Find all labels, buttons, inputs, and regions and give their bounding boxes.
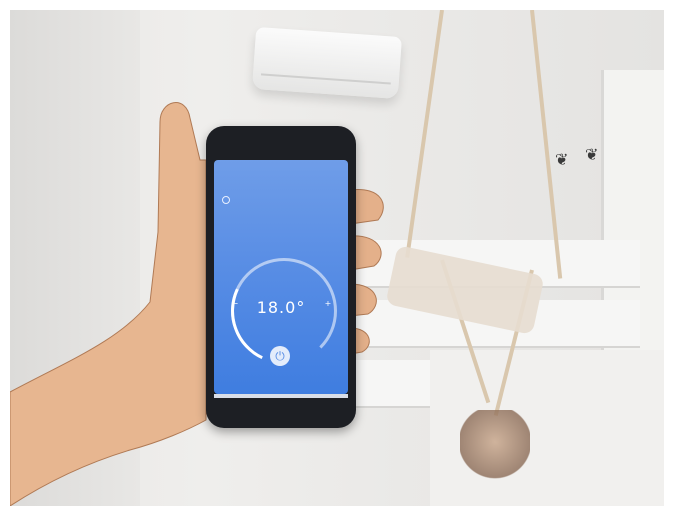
image-frame: ❦ ❦ − + 18.0° ⏻: [0, 0, 674, 516]
status-bar: [214, 160, 348, 170]
bedroom-photo: ❦ ❦ − + 18.0° ⏻: [10, 10, 664, 506]
smartphone: − + 18.0° ⏻: [206, 126, 356, 428]
power-icon[interactable]: ⏻: [270, 346, 290, 366]
menu-icon[interactable]: [222, 196, 230, 204]
thermostat-app-screen: − + 18.0° ⏻: [214, 160, 348, 394]
phone-bottom-bar: [214, 394, 348, 398]
minus-icon[interactable]: −: [231, 300, 239, 308]
plus-icon[interactable]: +: [324, 300, 332, 308]
temperature-readout: 18.0°: [256, 298, 306, 317]
